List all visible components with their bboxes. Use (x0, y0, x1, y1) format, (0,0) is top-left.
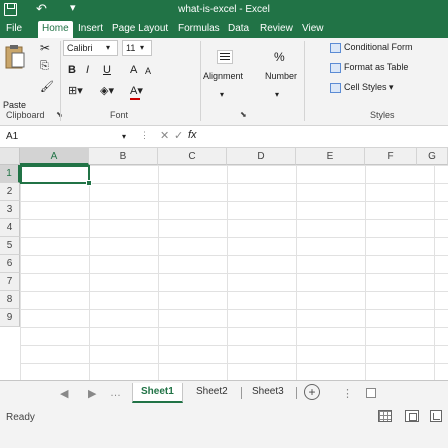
number-dropdown-icon[interactable]: ▾ (275, 90, 279, 99)
tab-formulas[interactable]: Formulas (178, 23, 220, 34)
format-table-icon (330, 62, 341, 73)
styles-group-label: Styles (370, 110, 395, 120)
add-sheet-button[interactable]: + (304, 384, 320, 400)
name-box-dropdown-icon[interactable]: ▾ (122, 129, 126, 141)
formula-input[interactable] (202, 128, 446, 146)
font-color-icon[interactable]: A▾ (130, 84, 143, 100)
sheet-tab-bar: ◀ ▶ … Sheet1 Sheet2 Sheet3 + ⋮ (0, 380, 448, 406)
page-layout-view-icon[interactable] (405, 410, 419, 422)
row-header[interactable]: 3 (0, 201, 20, 219)
row-header[interactable]: 5 (0, 237, 20, 255)
clipboard-group-label: Clipboard (6, 110, 45, 120)
page-break-view-icon[interactable] (430, 410, 442, 422)
column-header[interactable]: A (20, 148, 89, 165)
divider (296, 387, 297, 399)
horizontal-scrollbar[interactable] (360, 386, 446, 400)
tab-file[interactable]: File (6, 23, 22, 34)
copy-icon[interactable]: ⎘ (40, 60, 49, 73)
tab-data[interactable]: Data (228, 23, 249, 34)
alignment-dropdown-icon[interactable]: ▾ (220, 90, 224, 99)
title-bar: ↶ ▾ what-is-excel - Excel (0, 0, 448, 20)
fill-handle[interactable] (86, 180, 92, 186)
column-header[interactable]: E (296, 148, 365, 165)
row-header[interactable]: 9 (0, 309, 20, 327)
formula-bar-dots-icon: ⋮ (140, 130, 149, 140)
divider (60, 41, 61, 121)
format-painter-icon[interactable]: 🖌 (40, 80, 54, 93)
name-box[interactable]: A1 (2, 129, 122, 145)
row-header[interactable]: 6 (0, 255, 20, 273)
window-title: what-is-excel - Excel (178, 4, 270, 15)
cell-area[interactable] (20, 165, 448, 380)
divider (304, 41, 305, 121)
shrink-font-button[interactable]: A (145, 66, 151, 76)
scrollbar-thumb[interactable] (366, 388, 376, 398)
font-size-input[interactable]: 11 (122, 40, 152, 56)
row-header[interactable]: 1 (0, 165, 20, 183)
sheet-tab[interactable]: Sheet3 (244, 383, 292, 403)
tab-page-layout[interactable]: Page Layout (112, 23, 168, 34)
column-header[interactable]: B (89, 148, 158, 165)
status-bar: Ready (0, 406, 448, 448)
formula-bar: A1 ▾ ⋮ ✕ ✓ fx (0, 126, 448, 148)
percent-icon[interactable]: % (274, 50, 285, 64)
column-header[interactable]: C (158, 148, 227, 165)
divider (241, 387, 242, 399)
ribbon: Paste ✂ ⎘ 🖌 Clipboard ⬊ Calibri ▾ 11 ▾ B… (0, 38, 448, 126)
paste-label[interactable]: Paste (3, 100, 26, 110)
italic-button[interactable]: I (86, 64, 89, 76)
select-all-corner[interactable] (0, 148, 20, 165)
more-sheets-icon[interactable]: … (110, 387, 121, 399)
column-header[interactable]: F (365, 148, 417, 165)
grow-font-button[interactable]: A (130, 64, 137, 76)
conditional-formatting-button[interactable]: Conditional Form (330, 42, 413, 53)
column-header[interactable]: D (227, 148, 296, 165)
alignment-label[interactable]: Alignment (203, 71, 243, 81)
divider (200, 41, 201, 121)
enter-icon[interactable]: ✓ (174, 129, 183, 142)
underline-button[interactable]: U (103, 64, 111, 76)
sheet-tab[interactable]: Sheet1 (132, 383, 183, 403)
scroll-right-icon[interactable]: ▶ (88, 387, 96, 400)
scroll-left-icon[interactable]: ◀ (60, 387, 68, 400)
status-text: Ready (6, 412, 35, 423)
row-header[interactable]: 2 (0, 183, 20, 201)
cell-styles-button[interactable]: Cell Styles ▾ (330, 82, 394, 93)
cell-styles-icon (330, 82, 341, 93)
bold-button[interactable]: B (68, 64, 76, 76)
ribbon-tabs: File Home Insert Page Layout Formulas Da… (0, 20, 448, 38)
column-header[interactable]: G (417, 148, 448, 165)
fill-color-icon[interactable]: ◈▾ (100, 84, 114, 97)
paste-icon[interactable] (4, 44, 26, 70)
number-label[interactable]: Number (265, 71, 297, 81)
tab-review[interactable]: Review (260, 23, 293, 34)
cancel-icon[interactable]: ✕ (160, 129, 169, 142)
normal-view-icon[interactable] (378, 410, 392, 422)
row-header[interactable]: 8 (0, 291, 20, 309)
format-as-table-button[interactable]: Format as Table (330, 62, 408, 73)
tab-split-icon[interactable]: ⋮ (342, 387, 353, 400)
cut-icon[interactable]: ✂ (40, 41, 50, 55)
tab-view[interactable]: View (302, 23, 324, 34)
font-group-label: Font (110, 110, 129, 120)
worksheet-grid[interactable]: A B C D E F G 1 2 3 4 5 6 7 8 9 (0, 148, 448, 380)
conditional-formatting-icon (330, 42, 341, 53)
tab-home[interactable]: Home (38, 21, 73, 38)
alignment-launcher-icon[interactable]: ⬊ (240, 110, 247, 119)
row-header[interactable]: 4 (0, 219, 20, 237)
insert-function-icon[interactable]: fx (188, 129, 197, 141)
alignment-icon[interactable] (217, 50, 233, 64)
borders-icon[interactable]: ⊞▾ (68, 84, 83, 97)
tab-insert[interactable]: Insert (78, 23, 103, 34)
font-size-dropdown-icon[interactable]: ▾ (140, 40, 144, 52)
sheet-tab[interactable]: Sheet2 (188, 383, 236, 403)
active-cell[interactable] (20, 165, 90, 184)
row-header[interactable]: 7 (0, 273, 20, 291)
font-family-dropdown-icon[interactable]: ▾ (106, 40, 110, 52)
